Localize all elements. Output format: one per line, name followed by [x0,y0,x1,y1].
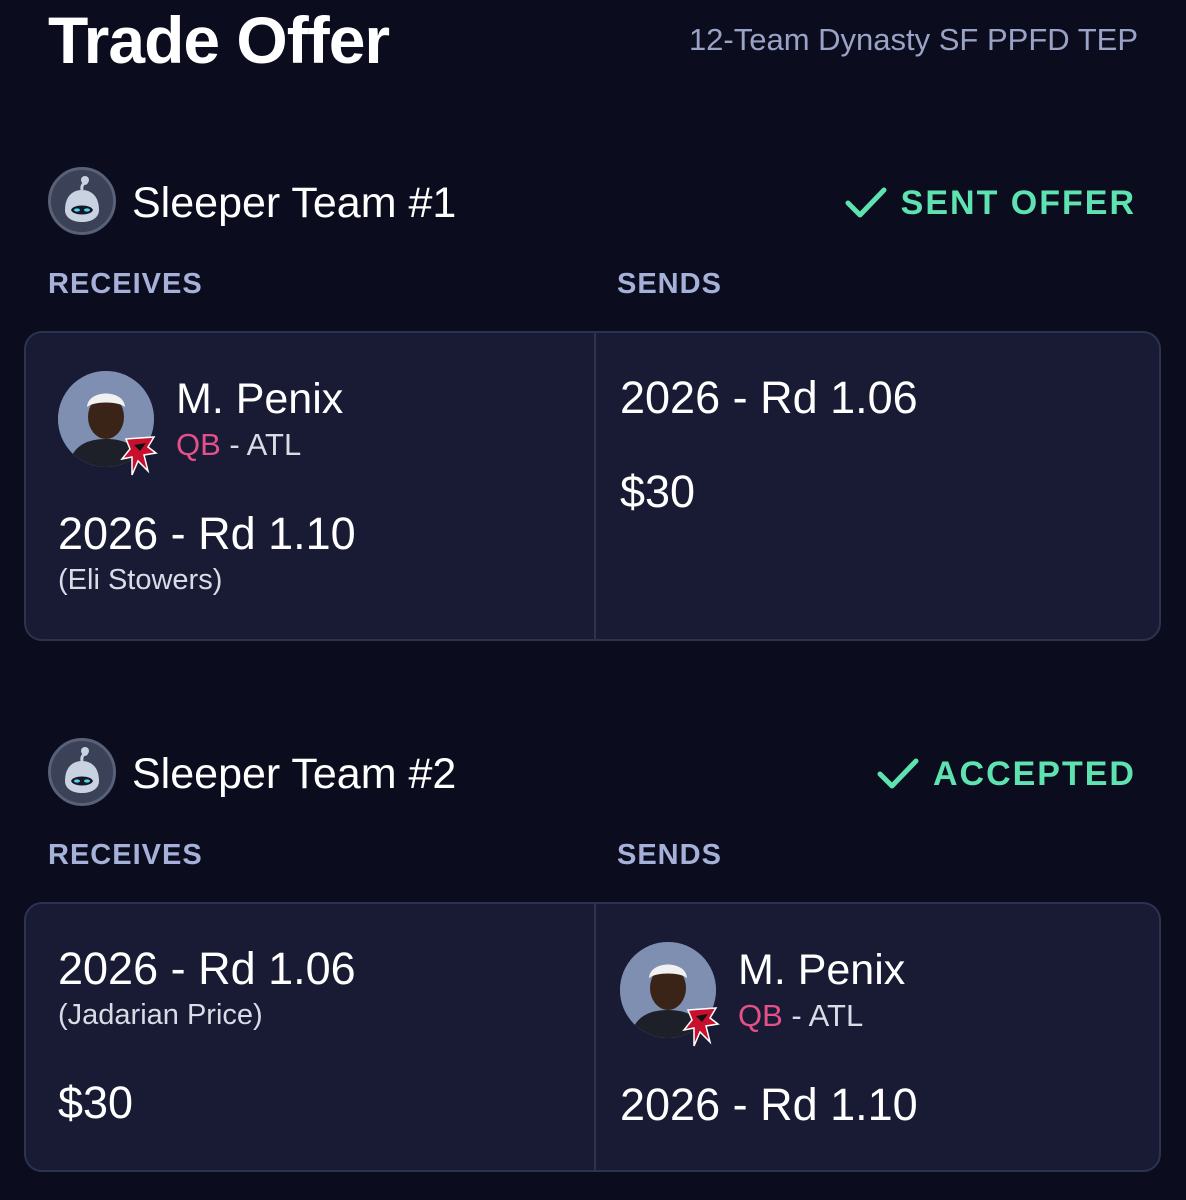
player-position: QB - ATL [738,998,863,1034]
falcons-logo-icon [120,436,158,476]
draft-pick-player: (Eli Stowers) [58,564,223,596]
falcons-logo-icon [682,1007,720,1047]
sends-label: SENDS [617,839,722,871]
card-divider [594,904,596,1170]
position-qb: QB [176,427,221,462]
team-1-header: Sleeper Team #1 SENT OFFER [48,167,1138,237]
receives-label: RECEIVES [48,268,203,300]
team-name: Sleeper Team #2 [132,750,457,798]
receives-label: RECEIVES [48,839,203,871]
player-name[interactable]: M. Penix [176,375,343,423]
draft-pick: 2026 - Rd 1.06 [58,943,356,994]
draft-pick-player: (Jadarian Price) [58,999,263,1031]
faab-amount: $30 [58,1077,134,1128]
check-icon [877,758,919,789]
league-settings: 12-Team Dynasty SF PPFD TEP [688,22,1138,57]
sleeper-avatar-icon[interactable] [48,167,116,235]
sleeper-avatar-icon[interactable] [48,738,116,806]
trade-card-team-2: 2026 - Rd 1.06 (Jadarian Price) $30 M. P… [24,902,1161,1172]
player-team: - ATL [782,998,864,1033]
trade-card-team-1: M. Penix QB - ATL 2026 - Rd 1.10 (Eli St… [24,331,1161,641]
player-position: QB - ATL [176,427,301,463]
trade-status: ACCEPTED [877,754,1136,794]
sends-label: SENDS [617,268,722,300]
player-team: - ATL [220,427,302,462]
status-text: SENT OFFER [900,184,1136,222]
draft-pick: 2026 - Rd 1.10 [58,508,356,559]
player-headshot[interactable] [620,942,720,1047]
team-2-header: Sleeper Team #2 ACCEPTED [48,738,1138,808]
status-text: ACCEPTED [932,755,1136,793]
trade-status: SENT OFFER [845,183,1136,223]
header: Trade Offer 12-Team Dynasty SF PPFD TEP [48,0,1138,80]
faab-amount: $30 [620,466,696,517]
draft-pick: 2026 - Rd 1.06 [620,372,918,423]
card-divider [594,333,596,639]
draft-pick: 2026 - Rd 1.10 [620,1079,918,1130]
check-icon [845,187,887,218]
team-name: Sleeper Team #1 [132,179,457,227]
position-qb: QB [738,998,783,1033]
page-title: Trade Offer [48,3,390,77]
player-headshot[interactable] [58,371,158,476]
player-name[interactable]: M. Penix [738,946,905,994]
